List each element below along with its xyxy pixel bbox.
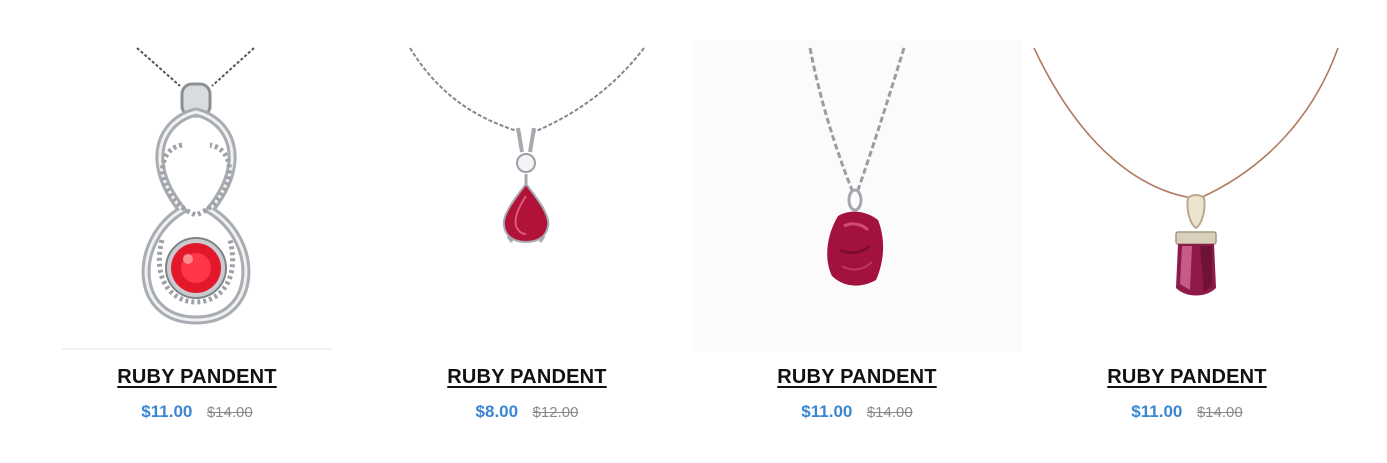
original-price: $14.00 — [1196, 404, 1243, 421]
product-grid: RUBY PANDENT $11.00 $14.00 RUBY PANDENT … — [0, 0, 1387, 463]
sale-price: $11.00 — [801, 402, 853, 421]
product-card[interactable]: RUBY PANDENT $8.00 $12.00 — [362, 0, 692, 463]
raw-ruby-pendant-icon — [692, 40, 1022, 352]
sale-price: $11.00 — [141, 402, 193, 421]
price-row: $11.00 $14.00 — [692, 402, 1022, 422]
price-row: $11.00 $14.00 — [32, 402, 362, 422]
ruby-infinity-pendant-icon — [32, 40, 362, 352]
product-card[interactable]: RUBY PANDENT $11.00 $14.00 — [1022, 0, 1352, 463]
product-image-link[interactable] — [1022, 40, 1352, 352]
product-card[interactable]: RUBY PANDENT $11.00 $14.00 — [32, 0, 362, 463]
product-title[interactable]: RUBY PANDENT — [1022, 366, 1352, 389]
original-price: $14.00 — [866, 404, 913, 421]
sale-price: $11.00 — [1131, 402, 1183, 421]
original-price: $14.00 — [206, 404, 253, 421]
ruby-teardrop-pendant-icon — [362, 40, 692, 352]
product-image-link[interactable] — [692, 40, 1022, 352]
product-title[interactable]: RUBY PANDENT — [692, 366, 1022, 389]
price-row: $8.00 $12.00 — [362, 402, 692, 422]
product-title[interactable]: RUBY PANDENT — [32, 366, 362, 389]
product-card[interactable]: RUBY PANDENT $11.00 $14.00 — [692, 0, 1022, 463]
original-price: $12.00 — [532, 404, 579, 421]
product-title[interactable]: RUBY PANDENT — [362, 366, 692, 389]
product-image-link[interactable] — [362, 40, 692, 352]
ruby-crystal-pendant-icon — [1022, 40, 1352, 352]
product-image-link[interactable] — [32, 40, 362, 352]
sale-price: $8.00 — [475, 402, 519, 421]
price-row: $11.00 $14.00 — [1022, 402, 1352, 422]
